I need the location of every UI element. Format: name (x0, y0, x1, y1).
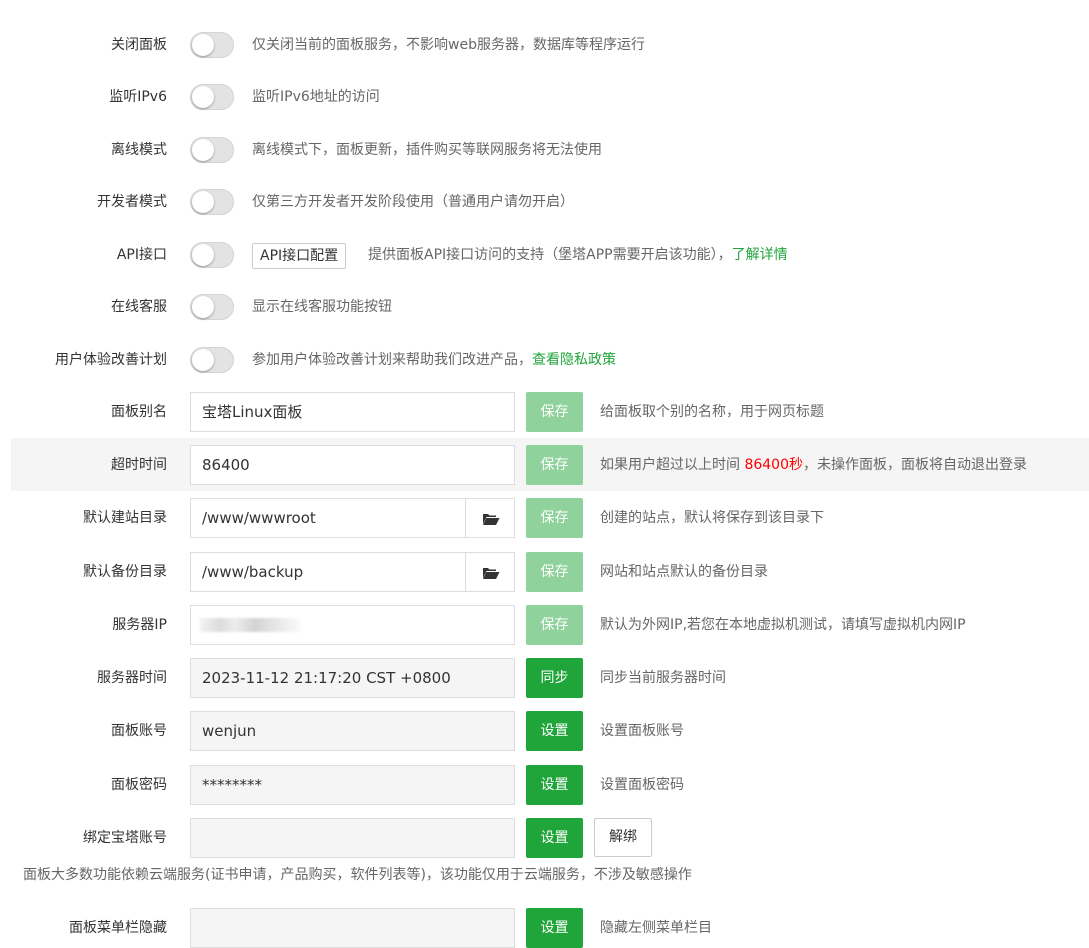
offline-mode-toggle[interactable] (190, 137, 234, 163)
save-alias-button[interactable]: 保存 (526, 392, 583, 432)
setting-description: 给面板取个别的名称，用于网页标题 (600, 404, 824, 420)
folder-open-icon (483, 514, 500, 525)
panel-alias-input[interactable]: 宝塔Linux面板 (190, 392, 515, 432)
setting-row-api: API接口 API接口配置 提供面板API接口访问的支持（堡塔APP需要开启该功… (0, 235, 1089, 275)
timeout-desc-suffix: ，未操作面板，面板将自动退出登录 (803, 457, 1027, 473)
panel-account-field: wenjun (190, 711, 515, 751)
setting-description: 离线模式下，面板更新，插件购买等联网服务将无法使用 (252, 142, 602, 158)
api-description-text: 提供面板API接口访问的支持（堡塔APP需要开启该功能）， (368, 247, 732, 263)
setting-row-close-panel: 关闭面板 仅关闭当前的面板服务，不影响web服务器，数据库等程序运行 (0, 25, 1089, 65)
setting-row-bind-account: 绑定宝塔账号 设置 解绑 (0, 818, 1089, 858)
setting-label: 关闭面板 (111, 37, 167, 53)
save-backup-dir-button[interactable]: 保存 (526, 552, 583, 592)
setting-description: 如果用户超过以上时间 86400秒，未操作面板，面板将自动退出登录 (600, 445, 1027, 485)
setting-description: 创建的站点，默认将保存到该目录下 (600, 510, 824, 526)
setting-label: 面板别名 (111, 404, 167, 420)
unbind-button[interactable]: 解绑 (594, 818, 652, 857)
setting-row-timeout: 超时时间 86400 保存 如果用户超过以上时间 86400秒，未操作面板，面板… (0, 445, 1089, 485)
close-panel-toggle[interactable] (190, 32, 234, 58)
setting-label: 默认备份目录 (83, 564, 167, 580)
setting-label: 面板账号 (111, 723, 167, 739)
setting-row-offline-mode: 离线模式 离线模式下，面板更新，插件购买等联网服务将无法使用 (0, 130, 1089, 170)
setting-label: 离线模式 (111, 142, 167, 158)
privacy-policy-link[interactable]: 查看隐私政策 (532, 352, 616, 368)
setting-description: 仅第三方开发者开发阶段使用（普通用户请勿开启） (252, 194, 574, 210)
menu-hide-button[interactable]: 设置 (526, 908, 583, 948)
setting-label: 在线客服 (111, 299, 167, 315)
setting-label: 超时时间 (111, 457, 167, 473)
setting-label: 默认建站目录 (83, 510, 167, 526)
toggle-knob (192, 191, 214, 213)
setting-row-server-ip: 服务器IP 保存 默认为外网IP,若您在本地虚拟机测试，请填写虚拟机内网IP (0, 605, 1089, 645)
setting-row-listen-ipv6: 监听IPv6 监听IPv6地址的访问 (0, 77, 1089, 117)
server-time-field: 2023-11-12 21:17:20 CST +0800 (190, 658, 515, 698)
setting-label: 用户体验改善计划 (55, 352, 167, 368)
setting-label: 服务器时间 (97, 670, 167, 686)
toggle-knob (192, 349, 214, 371)
sync-time-button[interactable]: 同步 (526, 658, 583, 698)
set-account-button[interactable]: 设置 (526, 711, 583, 751)
save-timeout-button[interactable]: 保存 (526, 445, 583, 485)
setting-row-panel-alias: 面板别名 宝塔Linux面板 保存 给面板取个别的名称，用于网页标题 (0, 392, 1089, 432)
setting-row-ux-program: 用户体验改善计划 参加用户体验改善计划来帮助我们改进产品，查看隐私政策 (0, 340, 1089, 380)
site-dir-browse-button[interactable] (465, 498, 515, 538)
timeout-desc-prefix: 如果用户超过以上时间 (600, 457, 745, 473)
save-site-dir-button[interactable]: 保存 (526, 498, 583, 538)
ux-program-toggle[interactable] (190, 347, 234, 373)
setting-row-panel-password: 面板密码 ******** 设置 设置面板密码 (0, 765, 1089, 805)
developer-mode-toggle[interactable] (190, 189, 234, 215)
backup-dir-browse-button[interactable] (465, 552, 515, 592)
cloud-service-note: 面板大多数功能依赖云端服务(证书申请，产品购买，软件列表等)，该功能仅用于云端服… (23, 867, 692, 883)
setting-label: 监听IPv6 (109, 89, 167, 105)
setting-row-online-service: 在线客服 显示在线客服功能按钮 (0, 287, 1089, 327)
setting-row-menu-hide: 面板菜单栏隐藏 设置 隐藏左侧菜单栏目 (0, 908, 1089, 948)
folder-open-icon (483, 568, 500, 579)
setting-description: 网站和站点默认的备份目录 (600, 564, 768, 580)
setting-description: 显示在线客服功能按钮 (252, 299, 392, 315)
toggle-knob (192, 139, 214, 161)
timeout-input[interactable]: 86400 (190, 445, 515, 485)
save-server-ip-button[interactable]: 保存 (526, 605, 583, 645)
setting-label: API接口 (116, 247, 167, 263)
setting-row-developer-mode: 开发者模式 仅第三方开发者开发阶段使用（普通用户请勿开启） (0, 182, 1089, 222)
bind-account-button[interactable]: 设置 (526, 818, 583, 858)
setting-description: 默认为外网IP,若您在本地虚拟机测试，请填写虚拟机内网IP (600, 617, 966, 633)
toggle-knob (192, 296, 214, 318)
menu-hide-field (190, 908, 515, 948)
setting-label: 面板密码 (111, 777, 167, 793)
setting-label: 开发者模式 (97, 194, 167, 210)
setting-label: 绑定宝塔账号 (83, 830, 167, 846)
api-toggle[interactable] (190, 242, 234, 268)
ux-description-text: 参加用户体验改善计划来帮助我们改进产品， (252, 352, 532, 368)
setting-label: 服务器IP (112, 617, 167, 633)
setting-label: 面板菜单栏隐藏 (69, 920, 167, 936)
bind-account-field (190, 818, 515, 858)
setting-row-panel-account: 面板账号 wenjun 设置 设置面板账号 (0, 711, 1089, 751)
setting-description: 提供面板API接口访问的支持（堡塔APP需要开启该功能），了解详情 (368, 235, 788, 275)
setting-description: 同步当前服务器时间 (600, 670, 726, 686)
toggle-knob (192, 34, 214, 56)
setting-row-backup-dir: 默认备份目录 /www/backup 保存 网站和站点默认的备份目录 (0, 552, 1089, 592)
api-config-button[interactable]: API接口配置 (252, 243, 347, 269)
toggle-knob (192, 86, 214, 108)
setting-description: 隐藏左侧菜单栏目 (600, 920, 712, 936)
setting-description: 设置面板密码 (600, 777, 684, 793)
setting-description: 仅关闭当前的面板服务，不影响web服务器，数据库等程序运行 (252, 37, 645, 53)
setting-description: 参加用户体验改善计划来帮助我们改进产品，查看隐私政策 (252, 340, 616, 380)
panel-password-field: ******** (190, 765, 515, 805)
setting-description: 监听IPv6地址的访问 (252, 89, 380, 105)
setting-row-server-time: 服务器时间 2023-11-12 21:17:20 CST +0800 同步 同… (0, 658, 1089, 698)
listen-ipv6-toggle[interactable] (190, 84, 234, 110)
toggle-knob (192, 244, 214, 266)
site-dir-input[interactable]: /www/wwwroot (190, 498, 466, 538)
learn-more-link[interactable]: 了解详情 (732, 247, 788, 263)
backup-dir-input[interactable]: /www/backup (190, 552, 466, 592)
timeout-seconds-highlight: 86400秒 (744, 457, 803, 473)
setting-row-site-dir: 默认建站目录 /www/wwwroot 保存 创建的站点，默认将保存到该目录下 (0, 498, 1089, 538)
setting-description: 设置面板账号 (600, 723, 684, 739)
online-service-toggle[interactable] (190, 294, 234, 320)
redacted-ip-blur (200, 618, 300, 632)
set-password-button[interactable]: 设置 (526, 765, 583, 805)
